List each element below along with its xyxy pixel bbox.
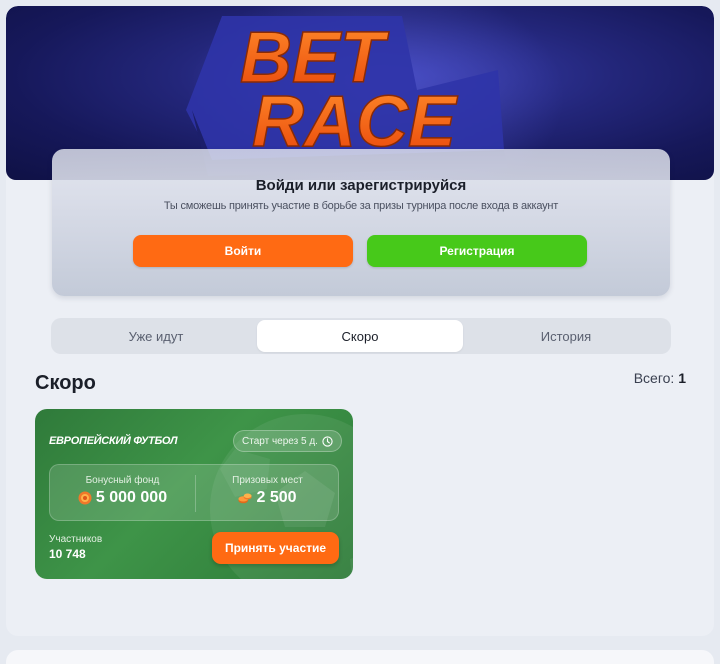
total-value: 1 bbox=[678, 370, 686, 386]
total-label: Всего: bbox=[633, 370, 675, 386]
tournaments-page: BET RACE Войди или зарегистрируйся Ты см… bbox=[6, 6, 714, 636]
bonus-fund-value: 5 000 000 bbox=[95, 489, 168, 506]
tournament-stats: Бонусный фонд 5 000 000 Призовых мест 2 … bbox=[49, 464, 339, 521]
login-button[interactable]: Войти bbox=[133, 235, 353, 267]
register-button[interactable]: Регистрация bbox=[367, 235, 587, 267]
bonus-fund-label: Бонусный фонд bbox=[85, 475, 160, 486]
tournament-card[interactable]: ЕВРОПЕЙСКИЙ ФУТБОЛ Старт через 5 д. Бону… bbox=[35, 409, 353, 579]
clock-icon bbox=[322, 435, 333, 447]
coin-icon bbox=[78, 491, 92, 505]
auth-title: Войди или зарегистрируйся bbox=[255, 177, 467, 194]
prize-coins-icon bbox=[238, 493, 253, 504]
next-section-card bbox=[6, 650, 714, 664]
tournament-tabs: Уже идут Скоро История bbox=[51, 318, 671, 354]
start-label: Старт через 5 д. bbox=[242, 435, 318, 447]
participants-label: Участников bbox=[49, 534, 103, 545]
prize-places-label: Призовых мест bbox=[232, 475, 303, 486]
section-title: Скоро bbox=[35, 372, 96, 394]
start-badge: Старт через 5 д. bbox=[233, 430, 342, 452]
tab-ongoing[interactable]: Уже идут bbox=[53, 320, 259, 352]
tournament-name: ЕВРОПЕЙСКИЙ ФУТБОЛ bbox=[49, 435, 178, 447]
prize-places-stat: Призовых мест 2 500 bbox=[195, 475, 340, 507]
tab-history[interactable]: История bbox=[463, 320, 669, 352]
join-tournament-button[interactable]: Принять участие bbox=[212, 532, 339, 564]
auth-panel: Войди или зарегистрируйся Ты сможешь при… bbox=[52, 149, 670, 296]
bonus-fund-stat: Бонусный фонд 5 000 000 bbox=[50, 475, 195, 507]
participants-value: 10 748 bbox=[49, 547, 86, 561]
prize-places-value: 2 500 bbox=[256, 489, 297, 506]
total-count: Всего: 1 bbox=[634, 370, 686, 386]
auth-subtitle: Ты сможешь принять участие в борьбе за п… bbox=[163, 200, 559, 212]
tab-upcoming[interactable]: Скоро bbox=[257, 320, 463, 352]
